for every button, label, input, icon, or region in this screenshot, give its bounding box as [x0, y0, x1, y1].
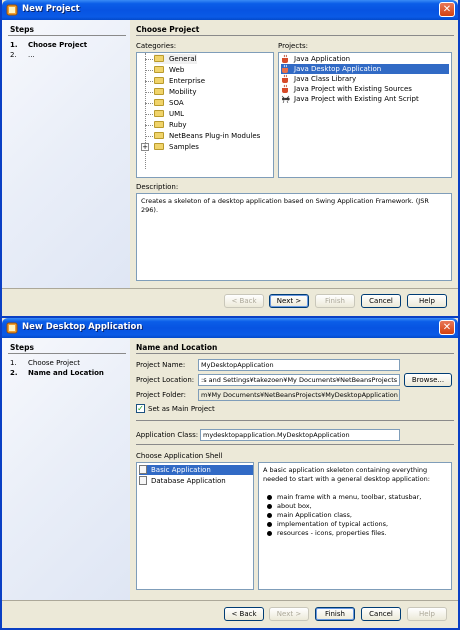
application-shell-list[interactable]: Basic Application Database Application	[136, 462, 254, 590]
list-item: main frame with a menu, toolbar, statusb…	[266, 493, 422, 501]
cancel-button[interactable]: Cancel	[361, 607, 401, 621]
step-item: 1. Choose Project	[10, 41, 88, 49]
close-icon[interactable]: ✕	[439, 320, 455, 335]
help-button[interactable]: Help	[407, 294, 447, 308]
category-item-mobility[interactable]: Mobility	[154, 87, 197, 97]
finish-button[interactable]: Finish	[315, 607, 355, 621]
steps-title: Steps	[10, 25, 34, 34]
category-item-web[interactable]: Web	[154, 65, 184, 75]
categories-tree[interactable]: General Web Enterprise Mobility SOA UML …	[136, 52, 274, 178]
main-panel: Name and Location Project Name: MyDeskto…	[130, 338, 458, 600]
project-location-field[interactable]: :s and Settings¥takezoen¥My Documents¥Ne…	[198, 374, 400, 386]
category-item-enterprise[interactable]: Enterprise	[154, 76, 205, 86]
list-item: implementation of typical actions,	[266, 520, 421, 529]
browse-button[interactable]: Browse...	[404, 373, 452, 387]
expand-icon[interactable]: +	[141, 143, 149, 151]
netbeans-icon	[6, 4, 18, 16]
project-item-java-desktop-application[interactable]: Java Desktop Application	[281, 64, 449, 74]
list-item: main Application class,	[266, 511, 421, 520]
window-title: New Desktop Application	[22, 322, 143, 332]
application-class-field[interactable]: mydesktopapplication.MyDesktopApplicatio…	[200, 429, 400, 441]
description-box: Creates a skeleton of a desktop applicat…	[136, 193, 452, 281]
description-label: Description:	[136, 183, 179, 191]
step-item: 2....	[10, 51, 35, 59]
page-title: Name and Location	[136, 343, 218, 352]
shell-description-text: A basic application skeleton containing …	[263, 466, 430, 483]
project-name-field[interactable]: MyDesktopApplication	[198, 359, 400, 371]
folder-icon	[154, 109, 164, 117]
java-cup-icon	[282, 54, 288, 63]
category-item-netbeans-plugin[interactable]: NetBeans Plug-in Modules	[154, 131, 260, 141]
folder-icon	[154, 87, 164, 95]
folder-icon	[154, 76, 164, 84]
category-item-uml[interactable]: UML	[154, 109, 184, 119]
document-icon	[139, 475, 147, 485]
netbeans-icon	[6, 322, 18, 334]
shell-description: A basic application skeleton containing …	[258, 462, 452, 590]
folder-icon	[154, 65, 164, 73]
document-icon	[139, 464, 147, 474]
steps-panel: Steps 1. Choose Project 2. Name and Locati…	[2, 338, 130, 600]
shell-item-basic[interactable]: Basic Application	[139, 464, 253, 475]
projects-label: Projects:	[278, 42, 308, 50]
folder-icon	[154, 142, 164, 150]
step-item: 1. Choose Project	[10, 359, 81, 367]
new-project-window: New Project ✕ Steps 1. Choose Project 2..…	[0, 0, 460, 318]
project-folder-field: m¥My Documents¥NetBeansProjects¥MyDeskto…	[198, 389, 400, 401]
steps-panel: Steps 1. Choose Project 2....	[2, 20, 130, 288]
page-title: Choose Project	[136, 25, 200, 34]
java-cup-icon	[282, 84, 288, 93]
project-item-java-application[interactable]: Java Application	[281, 54, 354, 64]
set-main-project-checkbox[interactable]: ✓	[136, 404, 145, 413]
list-item: resources - icons, properties files.	[266, 529, 421, 538]
back-button[interactable]: < Back	[224, 607, 264, 621]
category-item-general[interactable]: General	[154, 54, 197, 64]
shell-item-database[interactable]: Database Application	[139, 475, 226, 486]
project-folder-label: Project Folder:	[136, 391, 187, 399]
folder-icon	[154, 120, 164, 128]
project-item-existing-ant-script[interactable]: Java Project with Existing Ant Script	[281, 94, 423, 104]
finish-button[interactable]: Finish	[315, 294, 355, 308]
category-item-ruby[interactable]: Ruby	[154, 120, 187, 130]
next-button[interactable]: Next >	[269, 294, 309, 308]
next-button[interactable]: Next >	[269, 607, 309, 621]
list-item: about box,	[266, 502, 421, 511]
category-item-soa[interactable]: SOA	[154, 98, 184, 108]
set-main-project-label: Set as Main Project	[148, 405, 215, 413]
category-item-samples[interactable]: Samples	[154, 142, 199, 152]
steps-title: Steps	[10, 343, 34, 352]
step-item: 2. Name and Location	[10, 369, 104, 377]
main-panel: Choose Project Categories: General Web E…	[130, 20, 458, 288]
ant-icon	[281, 95, 290, 103]
help-button[interactable]: Help	[407, 607, 447, 621]
back-button[interactable]: < Back	[224, 294, 264, 308]
title-bar[interactable]: New Desktop Application ✕	[2, 318, 458, 338]
application-shell-label: Choose Application Shell	[136, 452, 223, 460]
categories-label: Categories:	[136, 42, 177, 50]
shell-feature-list: main frame with a menu, toolbar, statusb…	[266, 493, 422, 538]
new-desktop-application-window: New Desktop Application ✕ Steps 1. Choose…	[0, 318, 460, 630]
title-bar[interactable]: New Project ✕	[2, 0, 458, 20]
project-name-label: Project Name:	[136, 361, 186, 369]
button-bar: < Back Next > Finish Cancel Help	[2, 288, 458, 316]
close-icon[interactable]: ✕	[439, 2, 455, 17]
project-location-label: Project Location:	[136, 376, 195, 384]
folder-icon	[154, 131, 164, 139]
cancel-button[interactable]: Cancel	[361, 294, 401, 308]
button-bar: < Back Next > Finish Cancel Help	[2, 600, 458, 628]
folder-icon	[154, 98, 164, 106]
application-class-label: Application Class:	[136, 431, 199, 439]
projects-list[interactable]: Java Application Java Desktop Applicatio…	[278, 52, 452, 178]
window-title: New Project	[22, 4, 80, 14]
java-cup-icon	[282, 74, 288, 83]
folder-icon	[154, 54, 164, 62]
project-item-java-class-library[interactable]: Java Class Library	[281, 74, 360, 84]
java-cup-icon	[282, 64, 288, 73]
project-item-existing-sources[interactable]: Java Project with Existing Sources	[281, 84, 416, 94]
